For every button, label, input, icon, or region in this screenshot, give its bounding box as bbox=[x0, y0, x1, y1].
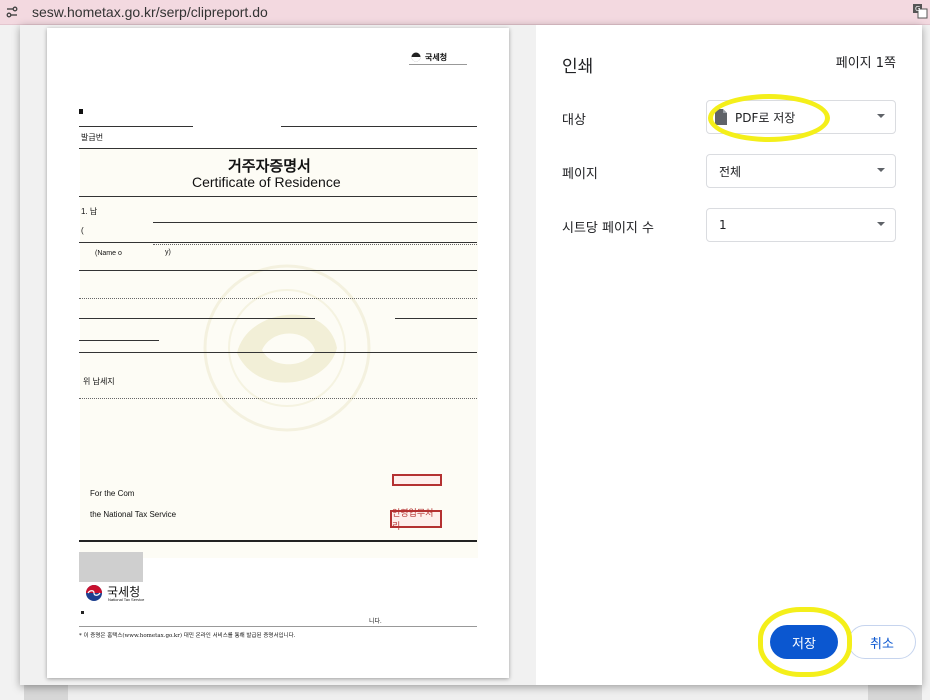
sheet-count: 페이지 1쪽 bbox=[835, 56, 896, 71]
rule-line bbox=[153, 222, 477, 223]
svg-text:G: G bbox=[915, 5, 920, 13]
rule-line-bottom bbox=[79, 540, 477, 542]
pages-select[interactable]: 전체 bbox=[706, 154, 896, 188]
watermark-band bbox=[80, 148, 478, 558]
dropdown-arrow-icon bbox=[877, 114, 885, 118]
dotted-line bbox=[153, 244, 477, 245]
name-label-fragment-2: y) bbox=[165, 249, 171, 256]
rule-line bbox=[79, 126, 193, 127]
rule-line bbox=[79, 148, 477, 149]
rule-line bbox=[281, 126, 477, 127]
field-1-label: 1. 납 bbox=[81, 207, 98, 216]
background-document-edge bbox=[68, 685, 868, 700]
print-dialog: 국세청 발급번 거주자증명서 Certificate of Residence … bbox=[20, 25, 922, 685]
destination-label: 대상 bbox=[562, 113, 586, 128]
rule-line bbox=[79, 242, 477, 243]
above-taxpayer-text: 위 납세지 bbox=[83, 377, 115, 386]
nts-logo-icon bbox=[411, 52, 421, 62]
pages-per-sheet-label: 시트당 페이지 수 bbox=[562, 221, 654, 236]
rule-line bbox=[395, 318, 477, 319]
header-underline bbox=[409, 64, 467, 65]
translate-icon[interactable]: G bbox=[912, 3, 928, 19]
pages-per-sheet-select[interactable]: 1 bbox=[706, 208, 896, 242]
nts-footer-logo-icon bbox=[86, 585, 102, 601]
footnote-end-text: 니다. bbox=[369, 619, 382, 625]
url-text[interactable]: sesw.hometax.go.kr/serp/clipreport.do bbox=[32, 4, 268, 20]
pdf-document-icon bbox=[715, 109, 727, 125]
header-logo-text: 국세청 bbox=[425, 53, 448, 62]
dropdown-arrow-icon bbox=[877, 222, 885, 226]
rule-line bbox=[79, 352, 477, 353]
print-dialog-title: 인쇄 bbox=[562, 57, 594, 77]
rule-line bbox=[79, 318, 175, 319]
for-the-commissioner-text: For the Com bbox=[90, 489, 135, 498]
cancel-button[interactable]: 취소 bbox=[848, 625, 916, 659]
corner-mark bbox=[79, 109, 83, 114]
destination-select[interactable]: PDF로 저장 bbox=[706, 100, 896, 134]
rule-line-footnote bbox=[79, 626, 477, 627]
pages-value: 전체 bbox=[719, 164, 742, 179]
rule-line bbox=[79, 340, 159, 341]
name-label-fragment: (Name o bbox=[95, 250, 122, 257]
official-seal-stamp bbox=[392, 474, 442, 486]
rule-line bbox=[175, 318, 315, 319]
preview-page: 국세청 발급번 거주자증명서 Certificate of Residence … bbox=[47, 28, 509, 678]
pages-label: 페이지 bbox=[562, 167, 598, 182]
issue-number-label: 발급번 bbox=[81, 133, 104, 142]
dotted-line bbox=[79, 298, 477, 299]
field-paren: ( bbox=[81, 226, 84, 235]
browser-url-bar[interactable]: sesw.hometax.go.kr/serp/clipreport.do G bbox=[0, 0, 930, 25]
official-seal-stamp-text: 인영업무처리 bbox=[390, 509, 442, 532]
certificate-title-en: Certificate of Residence bbox=[192, 174, 341, 190]
footnote-marker bbox=[81, 611, 84, 614]
dotted-line bbox=[79, 398, 477, 399]
footer-logo-subtext: National Tax Service bbox=[108, 597, 145, 602]
pages-per-sheet-value: 1 bbox=[719, 218, 727, 232]
national-tax-service-text: the National Tax Service bbox=[90, 510, 177, 519]
background-right-strip bbox=[922, 25, 930, 700]
dropdown-arrow-icon bbox=[877, 168, 885, 172]
rule-line bbox=[79, 270, 477, 271]
rule-line bbox=[79, 196, 477, 197]
site-settings-icon[interactable] bbox=[0, 0, 24, 24]
redacted-block bbox=[79, 552, 143, 582]
footnote-text: * 이 증명은 홈택스(www.hometax.go.kr) 대민 온라인 서비… bbox=[79, 633, 296, 639]
print-preview-area[interactable]: 국세청 발급번 거주자증명서 Certificate of Residence … bbox=[20, 25, 536, 685]
certificate-title-ko: 거주자증명서 bbox=[228, 158, 311, 175]
save-button[interactable]: 저장 bbox=[770, 625, 838, 659]
destination-value: PDF로 저장 bbox=[735, 110, 796, 125]
print-settings-panel: 인쇄 페이지 1쪽 대상 PDF로 저장 페이지 전체 시트당 페이지 수 1 … bbox=[536, 25, 922, 685]
